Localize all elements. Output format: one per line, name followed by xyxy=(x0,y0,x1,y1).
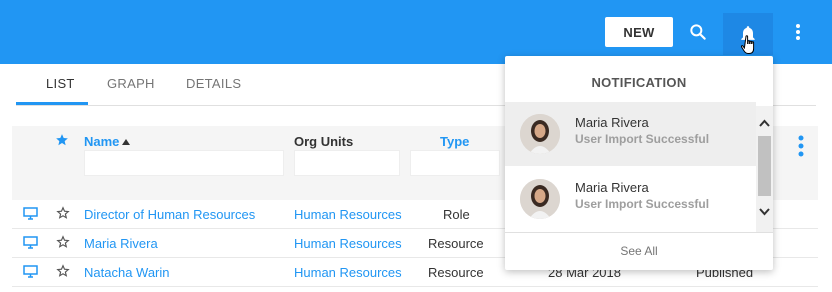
notification-item[interactable]: Maria Rivera User Import Successful xyxy=(505,167,756,231)
name-filter-input[interactable] xyxy=(84,150,284,176)
notification-message: User Import Successful xyxy=(575,132,710,146)
tab-list[interactable]: LIST xyxy=(46,76,75,91)
row-name-link[interactable]: Director of Human Resources xyxy=(84,207,255,222)
column-header-type[interactable]: Type xyxy=(440,134,469,149)
row-org-unit-link[interactable]: Human Resources xyxy=(294,265,402,280)
more-menu-button[interactable] xyxy=(786,17,810,47)
desktop-icon xyxy=(23,265,38,278)
scrollbar-thumb[interactable] xyxy=(758,136,771,196)
avatar xyxy=(520,179,560,219)
see-all-link[interactable]: See All xyxy=(505,244,773,258)
notification-panel-title: NOTIFICATION xyxy=(591,75,687,90)
search-button[interactable] xyxy=(684,17,712,47)
search-icon xyxy=(690,24,706,40)
row-name-link[interactable]: Natacha Warin xyxy=(84,265,170,280)
notification-sender: Maria Rivera xyxy=(575,115,649,130)
row-org-unit-link[interactable]: Human Resources xyxy=(294,236,402,251)
sort-ascending-icon xyxy=(122,139,130,145)
desktop-icon xyxy=(23,236,38,249)
tab-details[interactable]: DETAILS xyxy=(186,76,241,91)
notification-item[interactable]: Maria Rivera User Import Successful xyxy=(505,102,756,166)
column-options-icon[interactable] xyxy=(797,135,805,157)
org-units-filter-input[interactable] xyxy=(294,150,400,176)
tab-graph[interactable]: GRAPH xyxy=(107,76,155,91)
row-org-unit-link[interactable]: Human Resources xyxy=(294,207,402,222)
row-name-link[interactable]: Maria Rivera xyxy=(84,236,158,251)
chevron-up-icon[interactable] xyxy=(759,119,770,127)
notification-sender: Maria Rivera xyxy=(575,180,649,195)
star-outline-icon[interactable] xyxy=(56,264,70,278)
avatar xyxy=(520,114,560,154)
type-filter-input[interactable] xyxy=(410,150,500,176)
star-outline-icon[interactable] xyxy=(56,235,70,249)
row-type: Resource xyxy=(428,265,484,280)
star-outline-icon[interactable] xyxy=(56,206,70,220)
more-vert-icon xyxy=(796,24,800,40)
notification-panel: NOTIFICATION Maria Rivera User Import Su… xyxy=(505,56,773,270)
active-tab-indicator xyxy=(16,102,88,105)
row-type: Role xyxy=(443,207,470,222)
divider xyxy=(505,232,773,233)
star-filled-icon[interactable] xyxy=(55,133,69,147)
notification-message: User Import Successful xyxy=(575,197,710,211)
chevron-down-icon[interactable] xyxy=(759,208,770,216)
notification-scrollbar[interactable] xyxy=(756,106,773,233)
row-type: Resource xyxy=(428,236,484,251)
desktop-icon xyxy=(23,207,38,220)
column-header-name[interactable]: Name xyxy=(84,134,119,149)
new-button[interactable]: NEW xyxy=(605,17,673,47)
column-header-org-units[interactable]: Org Units xyxy=(294,134,353,149)
